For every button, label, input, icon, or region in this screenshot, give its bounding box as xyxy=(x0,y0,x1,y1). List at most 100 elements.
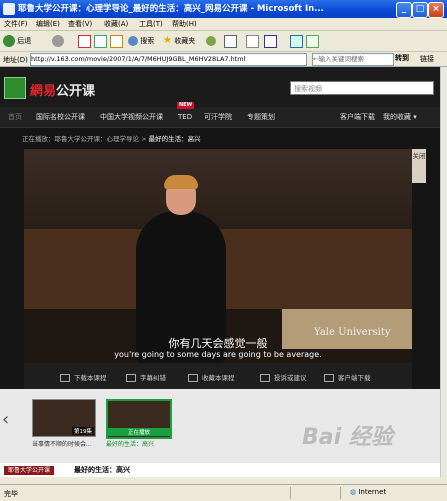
address-label: 地址(D) xyxy=(3,56,28,64)
stop-icon xyxy=(78,34,91,48)
subtitle-correction-button[interactable]: 字幕纠错 xyxy=(126,372,166,382)
client-download-button[interactable]: 客户端下载 xyxy=(324,372,371,382)
zone-label: Internet xyxy=(358,488,387,496)
nav-home[interactable]: 首页 xyxy=(8,107,22,127)
play-logo-icon[interactable] xyxy=(4,77,26,99)
menu-view[interactable]: 查看(V) xyxy=(68,19,92,29)
download-icon xyxy=(60,374,70,382)
episode-thumb-current[interactable]: 正在播放 xyxy=(106,399,172,439)
links-button[interactable]: 链接 xyxy=(420,54,434,64)
course-title: 最好的生活：高兴 xyxy=(74,466,130,474)
status-bar: 完毕 ◍ Internet xyxy=(0,484,447,501)
forward-button[interactable] xyxy=(52,34,64,48)
minimize-button[interactable]: _ xyxy=(396,2,412,18)
mail-icon xyxy=(224,34,237,48)
history-button[interactable] xyxy=(206,34,216,48)
breadcrumb-current: 最好的生活：高兴 xyxy=(148,135,201,143)
feedback-icon xyxy=(260,374,270,382)
nav-china-courses[interactable]: 中国大学视频公开课 xyxy=(100,107,163,127)
menu-file[interactable]: 文件(F) xyxy=(4,19,28,29)
forward-arrow-icon xyxy=(52,35,64,47)
video-bg-board xyxy=(24,149,412,229)
menu-bar: 文件(F) 编辑(E) 查看(V) 收藏(A) 工具(T) 帮助(H) xyxy=(0,18,447,31)
mail-button[interactable] xyxy=(224,34,237,48)
home-icon xyxy=(110,34,123,48)
menu-help[interactable]: 帮助(H) xyxy=(172,19,197,29)
go-button[interactable]: 转到 xyxy=(395,53,409,63)
vertical-scrollbar[interactable] xyxy=(440,67,447,477)
menu-favorites[interactable]: 收藏(A) xyxy=(104,19,128,29)
edit-button[interactable] xyxy=(264,34,277,48)
video-player[interactable]: Yale University 你有几天会感觉一般 you're going t… xyxy=(24,149,412,363)
subtitle-english: you're going to some days are going to b… xyxy=(114,350,322,359)
refresh-icon xyxy=(94,34,107,48)
nav-my-favorites[interactable]: 我的收藏 ▾ xyxy=(383,107,417,127)
globe-icon: ◍ xyxy=(350,488,357,496)
feedback-label: 投诉或建议 xyxy=(274,374,307,382)
site-search-input[interactable]: 搜索视频 xyxy=(290,81,434,95)
nav-client-download[interactable]: 客户端下载 xyxy=(340,107,375,127)
menu-tools[interactable]: 工具(T) xyxy=(139,19,163,29)
breadcrumb-now: 正在播放： xyxy=(22,135,55,143)
status-divider xyxy=(340,487,341,499)
client-download-label: 客户端下载 xyxy=(338,374,371,382)
now-playing-badge: 正在播放 xyxy=(108,428,170,436)
nav-specials[interactable]: 专题策划 xyxy=(247,107,275,127)
star-icon: ★ xyxy=(163,35,172,46)
download-course-label: 下载本课程 xyxy=(74,374,107,382)
episode-caption-current[interactable]: 最好的生活：高兴 xyxy=(106,439,154,448)
course-info-bar: 耶鲁大学公开课 最好的生活：高兴 xyxy=(0,463,440,477)
site-logo[interactable]: 網易公开课 xyxy=(30,80,95,99)
nav-khan[interactable]: 可汗学院 xyxy=(204,107,232,127)
feedback-button[interactable]: 投诉或建议 xyxy=(260,372,307,382)
chevron-left-icon[interactable]: ‹ xyxy=(2,409,9,430)
menu-edit[interactable]: 编辑(E) xyxy=(36,19,60,29)
print-icon xyxy=(246,34,259,48)
favorite-course-label: 收藏本课程 xyxy=(202,374,235,382)
download-course-button[interactable]: 下载本课程 xyxy=(60,372,107,382)
new-badge: NEW xyxy=(177,102,195,109)
favorite-course-button[interactable]: 收藏本课程 xyxy=(188,372,235,382)
internet-zone: ◍ Internet xyxy=(350,488,386,496)
episode-badge: 第19集 xyxy=(72,427,94,435)
back-arrow-icon xyxy=(3,35,15,47)
maximize-button[interactable]: □ xyxy=(412,2,428,18)
window-title-bar[interactable]: 耶鲁大学公开课：心理学导论_最好的生活：高兴_网易公开课 - Microsoft… xyxy=(0,0,447,18)
back-label: 后退 xyxy=(17,37,32,45)
close-light-tab[interactable]: 关闭 xyxy=(412,149,426,183)
lecturer-hair xyxy=(164,175,198,189)
nav-intl-courses[interactable]: 国际名校公开课 xyxy=(36,107,85,127)
messenger-button[interactable] xyxy=(290,34,303,48)
status-text: 完毕 xyxy=(4,490,18,498)
print-button[interactable] xyxy=(246,34,259,48)
site-header: 網易公开课 搜索视频 xyxy=(0,67,440,107)
breadcrumb: 正在播放：耶鲁大学公开课：心理学导论 > 最好的生活：高兴 xyxy=(22,133,201,143)
messenger-icon xyxy=(290,34,303,48)
search-button[interactable]: 搜索 xyxy=(128,34,154,48)
url-input[interactable]: http://v.163.com/movie/2007/1/A/7/M6HUJ9… xyxy=(30,53,307,66)
stop-button[interactable] xyxy=(78,34,91,48)
web-page: 網易公开课 搜索视频 首页 国际名校公开课 中国大学视频公开课 TED 可汗学院… xyxy=(0,67,440,477)
search-label: 搜索 xyxy=(140,37,155,45)
favorite-icon xyxy=(188,374,198,382)
phone-icon xyxy=(324,374,334,382)
ie-search-input[interactable]: ←输入关键词搜索 xyxy=(312,53,394,66)
breadcrumb-path[interactable]: 耶鲁大学公开课：心理学导论 > xyxy=(55,135,149,143)
subtitle-icon xyxy=(126,374,136,382)
episode-thumb[interactable]: 第19集 xyxy=(32,399,96,437)
history-icon xyxy=(206,36,216,46)
back-button[interactable]: 后退 xyxy=(3,34,31,48)
search-icon xyxy=(128,36,138,46)
nav-ted[interactable]: TED xyxy=(178,107,192,127)
course-tag: 耶鲁大学公开课 xyxy=(4,466,55,475)
baidu-jingyan-watermark: Bai 经验 xyxy=(302,425,393,450)
address-bar: 地址(D) http://v.163.com/movie/2007/1/A/7/… xyxy=(0,52,447,67)
ie-icon xyxy=(3,3,15,15)
research-button[interactable] xyxy=(306,34,319,48)
favorites-label: 收藏夹 xyxy=(174,37,196,45)
refresh-button[interactable] xyxy=(94,34,107,48)
favorites-button[interactable]: ★ 收藏夹 xyxy=(163,34,195,48)
episode-caption[interactable]: 当事情不顺的时候会... xyxy=(32,439,92,448)
home-button[interactable] xyxy=(110,34,123,48)
close-button[interactable]: × xyxy=(428,2,444,18)
